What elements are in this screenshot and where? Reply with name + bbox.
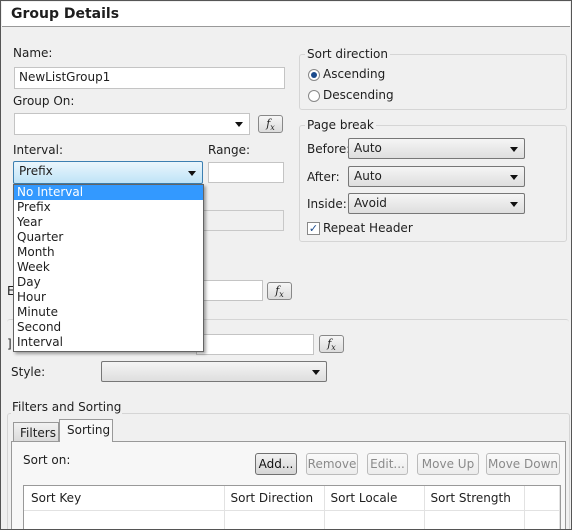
- remove-button[interactable]: Remove: [306, 453, 358, 475]
- disabled-input: [201, 210, 284, 231]
- column-header-sort-key[interactable]: Sort Key: [24, 486, 225, 510]
- page-break-label: Page break: [305, 118, 376, 132]
- chevron-down-icon: [510, 146, 518, 152]
- group-details-dialog: Group Details Name: NewListGroup1 Group …: [0, 0, 572, 530]
- sort-table: Sort Key Sort Direction Sort Locale Sort…: [23, 485, 561, 529]
- tab-sorting[interactable]: Sorting: [59, 419, 113, 442]
- chevron-down-icon: [510, 201, 518, 207]
- inside-select[interactable]: Avoid: [348, 193, 525, 214]
- after-select[interactable]: Auto: [348, 166, 525, 187]
- option-month[interactable]: Month: [14, 245, 203, 260]
- style-label: Style:: [11, 365, 46, 379]
- option-day[interactable]: Day: [14, 275, 203, 290]
- ascending-radio[interactable]: [308, 69, 320, 81]
- chevron-down-icon: [510, 174, 518, 180]
- option-no-interval[interactable]: No Interval: [14, 185, 203, 200]
- table-cell: [324, 510, 425, 529]
- group-on-combo[interactable]: [14, 113, 250, 135]
- before-label: Before:: [307, 142, 351, 156]
- chevron-down-icon: [188, 170, 196, 176]
- move-down-button[interactable]: Move Down: [486, 453, 560, 475]
- option-second[interactable]: Second: [14, 320, 203, 335]
- descending-label[interactable]: Descending: [323, 88, 394, 102]
- filters-sorting-label: Filters and Sorting: [11, 400, 123, 414]
- before-value: Auto: [354, 141, 382, 155]
- option-prefix[interactable]: Prefix: [14, 200, 203, 215]
- chevron-down-icon: [235, 122, 243, 127]
- column-header-sort-locale[interactable]: Sort Locale: [324, 486, 425, 510]
- group-on-label: Group On:: [13, 94, 75, 108]
- fx-icon: fx: [327, 337, 336, 353]
- hidden-label-i: ]: [7, 337, 12, 351]
- column-header-sort-direction[interactable]: Sort Direction: [224, 486, 325, 510]
- fx-icon: fx: [275, 284, 284, 300]
- table-cell: [24, 510, 225, 529]
- sort-on-label: Sort on:: [23, 453, 71, 467]
- before-select[interactable]: Auto: [348, 138, 525, 159]
- move-up-button[interactable]: Move Up: [417, 453, 479, 475]
- text-input[interactable]: [196, 334, 314, 355]
- repeat-header-label[interactable]: Repeat Header: [323, 221, 413, 235]
- column-header-empty: [524, 486, 560, 510]
- style-select[interactable]: [101, 361, 327, 382]
- inside-value: Avoid: [354, 196, 387, 210]
- chevron-down-icon: [312, 369, 320, 375]
- dialog-title: Group Details: [2, 2, 570, 27]
- fx-icon: fx: [266, 117, 275, 133]
- interval-select[interactable]: Prefix: [13, 161, 203, 184]
- range-label: Range:: [208, 143, 251, 157]
- text-fx-button[interactable]: fx: [319, 335, 344, 353]
- after-label: After:: [307, 170, 340, 184]
- expression-input[interactable]: [196, 280, 263, 301]
- option-quarter[interactable]: Quarter: [14, 230, 203, 245]
- option-minute[interactable]: Minute: [14, 305, 203, 320]
- repeat-header-checkbox[interactable]: ✓: [307, 222, 320, 235]
- group-on-expression-button[interactable]: fx: [258, 115, 283, 133]
- option-interval[interactable]: Interval: [14, 335, 203, 350]
- option-week[interactable]: Week: [14, 260, 203, 275]
- ascending-label[interactable]: Ascending: [323, 67, 385, 81]
- edit-button[interactable]: Edit...: [367, 453, 408, 475]
- option-hour[interactable]: Hour: [14, 290, 203, 305]
- interval-dropdown-list: No Interval Prefix Year Quarter Month We…: [13, 184, 204, 352]
- interval-value: Prefix: [19, 164, 53, 178]
- option-year[interactable]: Year: [14, 215, 203, 230]
- name-input[interactable]: NewListGroup1: [14, 67, 285, 89]
- tab-filters[interactable]: Filters: [13, 422, 59, 442]
- descending-radio[interactable]: [308, 90, 320, 102]
- add-button[interactable]: Add...: [255, 453, 297, 475]
- after-value: Auto: [354, 169, 382, 183]
- expression-fx-button[interactable]: fx: [267, 282, 292, 300]
- column-header-sort-strength[interactable]: Sort Strength: [424, 486, 525, 510]
- table-cell: [224, 510, 325, 529]
- range-input[interactable]: [208, 162, 284, 183]
- interval-label: Interval:: [13, 143, 63, 157]
- table-cell: [524, 510, 560, 529]
- name-label: Name:: [13, 46, 53, 60]
- table-cell: [424, 510, 525, 529]
- inside-label: Inside:: [307, 197, 347, 211]
- sort-direction-label: Sort direction: [305, 47, 390, 61]
